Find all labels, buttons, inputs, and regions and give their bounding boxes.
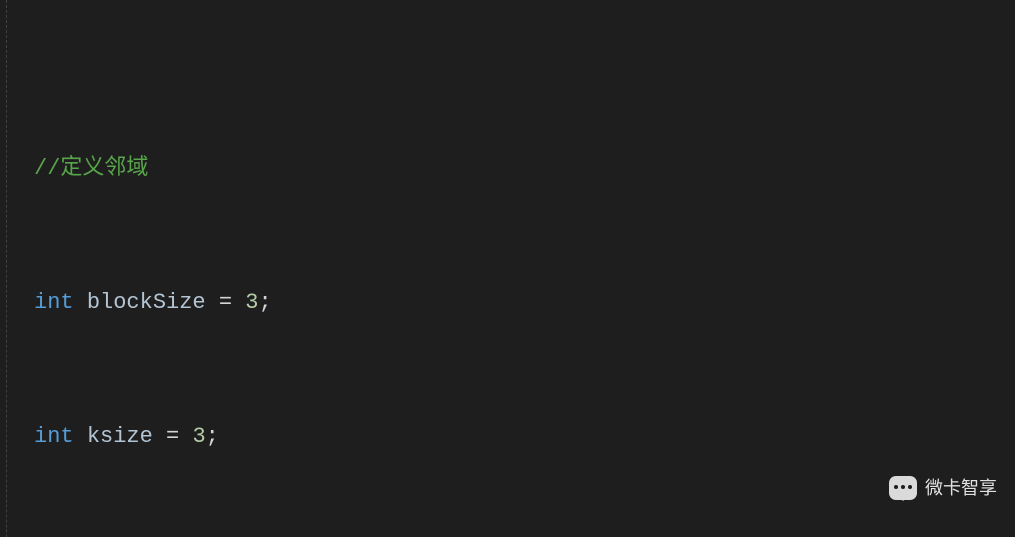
- semicolon: ;: [258, 290, 271, 315]
- indent-guide: [6, 0, 7, 537]
- identifier: ksize: [87, 424, 153, 449]
- operator: =: [206, 290, 246, 315]
- watermark-text: 微卡智享: [925, 472, 997, 506]
- watermark: 微卡智享: [889, 472, 997, 506]
- number-literal: 3: [192, 424, 205, 449]
- keyword-int: int: [34, 424, 74, 449]
- space: [74, 290, 87, 315]
- number-literal: 3: [245, 290, 258, 315]
- identifier: blockSize: [87, 290, 206, 315]
- space: [74, 424, 87, 449]
- keyword-int: int: [34, 290, 74, 315]
- semicolon: ;: [206, 424, 219, 449]
- operator: =: [153, 424, 193, 449]
- code-editor[interactable]: //定义邻域 int blockSize = 3; int ksize = 3;…: [0, 0, 1015, 537]
- comment: //定义邻域: [34, 156, 148, 181]
- wechat-icon: [889, 476, 917, 500]
